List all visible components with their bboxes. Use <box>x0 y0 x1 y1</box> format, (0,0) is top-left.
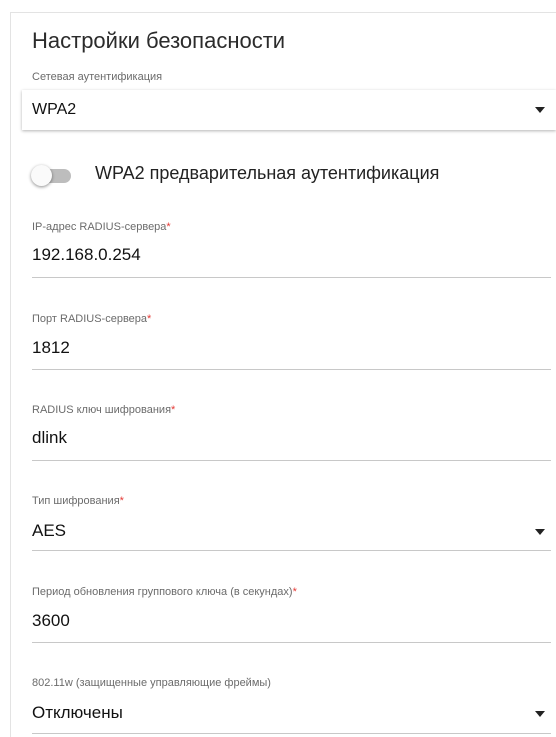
pmf-select[interactable]: Отключены <box>32 703 123 723</box>
radius-ip-input[interactable]: 192.168.0.254 <box>32 245 141 265</box>
radius-ip-label: IP-адрес RADIUS-сервера* <box>32 221 171 233</box>
auth-label: Сетевая аутентификация <box>32 71 163 83</box>
preauth-label: WPA2 предварительная аутентификация <box>95 163 440 183</box>
page-title: Настройки безопасности <box>32 28 286 53</box>
radius-port-label: Порт RADIUS-сервера* <box>32 313 152 325</box>
preauth-toggle[interactable] <box>31 165 75 186</box>
required-mark: * <box>119 495 124 507</box>
required-mark: * <box>147 313 152 325</box>
toggle-knob <box>31 165 52 186</box>
auth-select-value: WPA2 <box>32 101 77 118</box>
radius-key-input[interactable]: dlink <box>32 428 67 448</box>
required-mark: * <box>166 221 171 233</box>
chevron-down-icon <box>535 107 545 113</box>
pmf-label: 802.11w (защищенные управляющие фреймы) <box>32 677 271 689</box>
required-mark: * <box>171 404 176 416</box>
group-key-underline <box>32 642 551 643</box>
radius-ip-underline <box>32 277 551 278</box>
pmf-underline <box>32 733 551 734</box>
auth-select[interactable]: WPA2 <box>22 90 556 130</box>
radius-port-underline <box>32 369 551 370</box>
radius-key-label: RADIUS ключ шифрования* <box>32 404 176 416</box>
group-key-input[interactable]: 3600 <box>32 611 70 631</box>
encryption-label: Тип шифрования* <box>32 495 124 507</box>
group-key-label: Период обновления группового ключа (в се… <box>32 586 297 598</box>
radius-key-underline <box>32 460 551 461</box>
chevron-down-icon[interactable] <box>535 711 545 717</box>
encryption-underline <box>32 550 551 551</box>
required-mark: * <box>292 586 297 598</box>
encryption-select[interactable]: AES <box>32 521 66 541</box>
radius-port-input[interactable]: 1812 <box>32 338 70 358</box>
chevron-down-icon[interactable] <box>535 529 545 535</box>
